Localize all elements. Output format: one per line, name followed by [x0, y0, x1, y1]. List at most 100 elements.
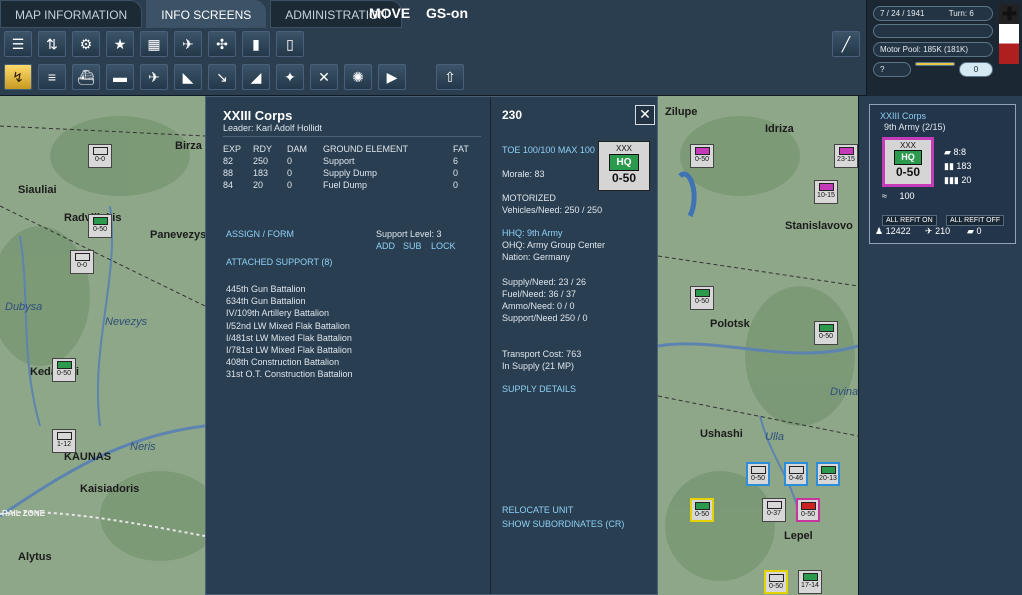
list-item[interactable]: 408th Construction Battalion [226, 356, 353, 368]
all-refit-off-button[interactable]: ALL REFIT OFF [946, 215, 1005, 226]
tab-map-information[interactable]: MAP INFORMATION [0, 0, 143, 28]
list-item[interactable]: I/781st LW Mixed Flak Battalion [226, 344, 353, 356]
pencil-icon[interactable]: ╱ [832, 31, 860, 57]
f11-explosion-icon[interactable]: ✺ [344, 64, 372, 90]
sub-link[interactable]: SUB [403, 241, 422, 251]
cell: 84 [223, 180, 234, 190]
move-mode-label[interactable]: MOVE [369, 5, 410, 21]
unit-counter[interactable]: 0-50 [690, 498, 714, 522]
close-button[interactable]: ✕ [635, 105, 655, 125]
supply-details-link[interactable]: SUPPLY DETAILS [502, 384, 576, 394]
city-label: Lepel [784, 530, 813, 542]
turn-text: Turn: 6 [948, 9, 974, 18]
device-icon[interactable]: ▯ [276, 31, 304, 57]
stat-value: 183 [956, 161, 972, 171]
unit-counter[interactable]: 0-50 [690, 144, 714, 168]
unit-list-icon[interactable]: ☰ [4, 31, 32, 57]
f9-air-strike-icon[interactable]: ✦ [276, 64, 304, 90]
f3-ship-icon[interactable]: ⛴ [72, 64, 100, 90]
echelon-text: XXX [899, 141, 916, 150]
top-toolbar: MAP INFORMATION INFO SCREENS ADMINISTRAT… [0, 0, 866, 96]
list-item[interactable]: 634th Gun Battalion [226, 295, 353, 307]
attached-support-link[interactable]: ATTACHED SUPPORT (8) [226, 257, 332, 267]
unit-counter[interactable]: 20-13 [816, 462, 840, 486]
f8-artillery-icon[interactable]: ◢ [242, 64, 270, 90]
f12-play-icon[interactable]: ▶ [378, 64, 406, 90]
map-icon[interactable]: ▦ [140, 31, 168, 57]
fuel-icon[interactable]: ▮ [242, 31, 270, 57]
counter-value: 0-50 [895, 165, 921, 179]
table-row[interactable]: 88 183 0 Supply Dump 0 [223, 167, 473, 179]
support-need-text: Support/Need 250 / 0 [502, 313, 588, 323]
f10-bomb-icon[interactable]: ✕ [310, 64, 338, 90]
order-of-battle-icon[interactable]: ⇅ [38, 31, 66, 57]
unit-counter[interactable]: 0-50 [796, 498, 820, 522]
unit-counter[interactable]: 0-0 [88, 144, 112, 168]
assign-form-link[interactable]: ASSIGN / FORM [226, 229, 294, 239]
unit-counter[interactable]: 0-50 [88, 214, 112, 238]
lock-link[interactable]: LOCK [431, 241, 456, 251]
unit-counter[interactable]: 0-50 [690, 286, 714, 310]
city-label: Ushashi [700, 428, 743, 440]
list-item[interactable]: 445th Gun Battalion [226, 283, 353, 295]
gold-toggle[interactable] [915, 62, 955, 66]
in-supply-text: In Supply (21 MP) [502, 361, 575, 371]
unit-counter[interactable]: 17-14 [798, 570, 822, 594]
f7-supply-icon[interactable]: ↘ [208, 64, 236, 90]
rail-zone-label: RAIL ZONE [2, 509, 45, 518]
f4-naval-icon[interactable]: ▬ [106, 64, 134, 90]
f2-rail-icon[interactable]: ≡ [38, 64, 66, 90]
unit-detail-panel: XXIII Corps Leader: Karl Adolf Hollidt E… [205, 96, 658, 595]
help-button[interactable]: ? [873, 62, 911, 77]
upload-icon[interactable]: ⇧ [436, 64, 464, 90]
hq-symbol-icon [694, 502, 710, 510]
leader-name[interactable]: Leader: Karl Adolf Hollidt [223, 123, 322, 133]
f6-terrain-icon[interactable]: ◣ [174, 64, 202, 90]
summary-hq-counter[interactable]: XXX HQ 0-50 [882, 137, 934, 187]
list-item[interactable]: IV/109th Artillery Battalion [226, 307, 353, 319]
unit-counter[interactable]: 0-50 [814, 321, 838, 345]
gear-icon[interactable]: ⚙ [72, 31, 100, 57]
armor-symbol-icon [768, 574, 784, 582]
f5-air-icon[interactable]: ✈ [140, 64, 168, 90]
hq-counter[interactable]: XXX HQ 0-50 [598, 141, 650, 191]
ammo-text: Ammo/Need: 0 / 0 [502, 301, 575, 311]
all-refit-on-button[interactable]: ALL REFIT ON [882, 215, 937, 226]
unit-counter[interactable]: 10-15 [814, 180, 838, 204]
cell: 6 [453, 156, 459, 166]
unit-counter[interactable]: 0-50 [52, 358, 76, 382]
f1-path-icon[interactable]: ↯ [4, 64, 32, 90]
hhq-link[interactable]: HHQ: 9th Army [502, 228, 563, 238]
unit-counter[interactable]: 1-12 [52, 429, 76, 453]
star-icon[interactable]: ★ [106, 31, 134, 57]
plane-icon: ✈ [925, 226, 933, 236]
date-text: 7 / 24 / 1941 [880, 9, 925, 18]
unit-counter[interactable]: 0-37 [762, 498, 786, 522]
armor-symbol-icon [766, 501, 782, 509]
list-item[interactable]: 31st O.T. Construction Battalion [226, 368, 353, 380]
table-row[interactable]: 84 20 0 Fuel Dump 0 [223, 179, 473, 191]
table-row[interactable]: 82 250 0 Support 6 [223, 155, 473, 167]
gs-mode-label[interactable]: GS-on [426, 5, 468, 21]
summary-unit-name: XXIII Corps [880, 111, 927, 121]
blank-field [873, 24, 993, 38]
satellite-icon[interactable]: ✣ [208, 31, 236, 57]
cell: 20 [253, 180, 264, 190]
list-item[interactable]: I/52nd LW Mixed Flak Battalion [226, 320, 353, 332]
hq-symbol-icon [694, 147, 710, 155]
unit-counter[interactable]: 0-50 [764, 570, 788, 594]
toe-link[interactable]: TOE 100/100 MAX 100 [502, 145, 595, 155]
unit-counter[interactable]: 0-46 [784, 462, 808, 486]
unit-counter[interactable]: 23-15 [834, 144, 858, 168]
air-icon[interactable]: ✈ [174, 31, 202, 57]
infantry-symbol-icon [838, 147, 854, 155]
unit-counter[interactable]: 0-50 [746, 462, 770, 486]
unit-summary-card[interactable]: XXIII Corps 9th Army (2/15) XXX HQ 0-50 … [869, 104, 1016, 244]
list-item[interactable]: I/481st LW Mixed Flak Battalion [226, 332, 353, 344]
relocate-unit-link[interactable]: RELOCATE UNIT [502, 505, 573, 515]
counter-field[interactable]: 0 [959, 62, 993, 77]
tab-info-screens[interactable]: INFO SCREENS [146, 0, 267, 28]
add-link[interactable]: ADD [376, 241, 395, 251]
unit-counter[interactable]: 0-0 [70, 250, 94, 274]
show-subordinates-link[interactable]: SHOW SUBORDINATES (CR) [502, 519, 624, 529]
